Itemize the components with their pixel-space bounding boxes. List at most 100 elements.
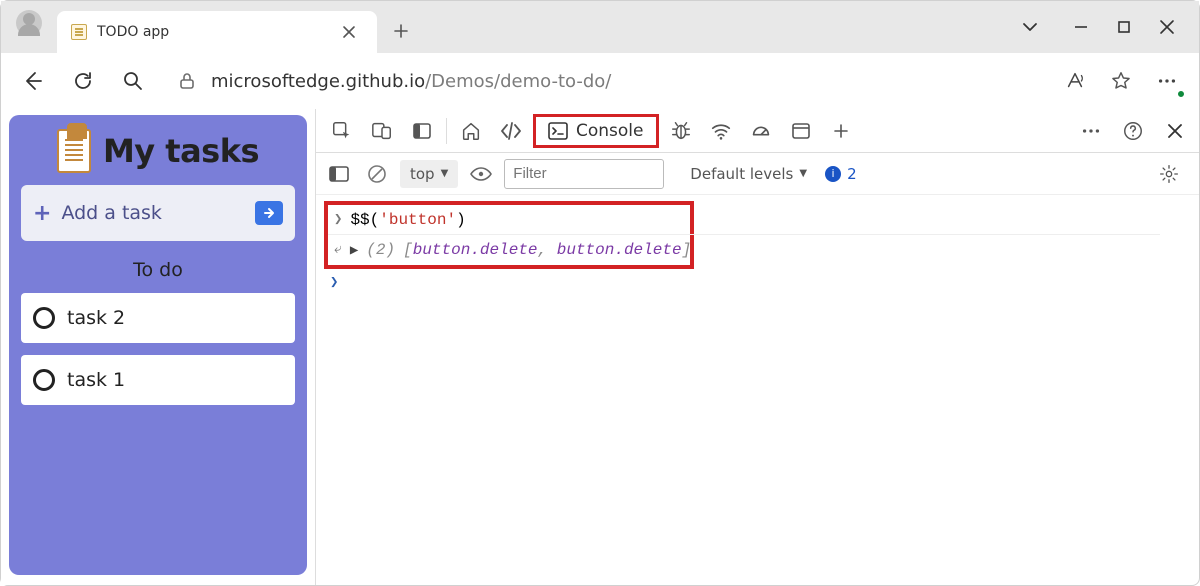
output-count: (2) xyxy=(366,241,395,259)
prompt-chevron-icon: ❯ xyxy=(330,274,338,291)
console-output-array: [button.delete, button.delete] xyxy=(403,241,691,259)
app-header: My tasks xyxy=(21,129,295,173)
todo-app: My tasks + Add a task To do task 2 xyxy=(9,115,307,575)
tab-network[interactable] xyxy=(703,113,739,149)
console-filter-bar: top ▼ Default levels ▼ i 2 xyxy=(316,153,1199,195)
inspect-icon xyxy=(331,120,353,142)
devtools-help-button[interactable] xyxy=(1115,113,1151,149)
bug-icon xyxy=(670,120,692,142)
site-info-button[interactable] xyxy=(177,71,197,91)
task-list: task 2 task 1 xyxy=(21,293,295,405)
more-horizontal-icon xyxy=(1156,70,1178,92)
task-label: task 1 xyxy=(67,369,125,391)
devtools-more-button[interactable] xyxy=(1073,113,1109,149)
console-filter-input[interactable] xyxy=(504,159,664,189)
activity-bar-button[interactable] xyxy=(404,113,440,149)
task-item[interactable]: task 2 xyxy=(21,293,295,343)
plus-icon xyxy=(393,23,409,39)
issues-dot-icon: i xyxy=(825,166,841,182)
clipboard-icon xyxy=(57,129,91,173)
log-levels-label: Default levels xyxy=(690,165,793,183)
chevron-down-icon: ▼ xyxy=(441,168,449,179)
task-item[interactable]: task 1 xyxy=(21,355,295,405)
tab-application[interactable] xyxy=(783,113,819,149)
new-tab-button[interactable] xyxy=(383,13,419,49)
tab-performance[interactable] xyxy=(743,113,779,149)
log-levels-selector[interactable]: Default levels ▼ xyxy=(690,165,807,183)
console-input-code: $$('button') xyxy=(350,211,465,229)
search-button[interactable] xyxy=(117,65,149,97)
browser-toolbar: microsoftedge.github.io/Demos/demo-to-do… xyxy=(1,53,1199,109)
tab-sources[interactable] xyxy=(663,113,699,149)
add-tab-button[interactable] xyxy=(823,113,859,149)
browser-tab[interactable]: TODO app xyxy=(57,11,377,53)
minimize-button[interactable] xyxy=(1073,19,1089,35)
devtools-panel: Console xyxy=(315,109,1199,585)
tab-console[interactable]: Console xyxy=(533,114,659,148)
submit-task-button[interactable] xyxy=(255,201,283,225)
window-close-button[interactable] xyxy=(1159,19,1175,35)
favorite-button[interactable] xyxy=(1105,65,1137,97)
refresh-button[interactable] xyxy=(67,65,99,97)
app-title: My tasks xyxy=(103,132,259,170)
back-button[interactable] xyxy=(17,65,49,97)
tab-console-label: Console xyxy=(576,121,644,141)
device-emulation-button[interactable] xyxy=(364,113,400,149)
console-sidebar-toggle[interactable] xyxy=(324,156,354,192)
console-clear-button[interactable] xyxy=(362,156,392,192)
tab-title: TODO app xyxy=(97,24,325,40)
tab-favicon-icon xyxy=(71,24,87,40)
plus-icon: + xyxy=(33,201,51,226)
minimize-icon xyxy=(1073,19,1089,35)
console-settings-button[interactable] xyxy=(1151,156,1187,192)
console-context-selector[interactable]: top ▼ xyxy=(400,160,458,188)
issues-badge[interactable]: i 2 xyxy=(825,165,857,183)
issues-count: 2 xyxy=(847,165,857,183)
tab-welcome[interactable] xyxy=(453,113,489,149)
performance-icon xyxy=(750,120,772,142)
close-icon xyxy=(1159,19,1175,35)
read-aloud-button[interactable] xyxy=(1059,65,1091,97)
url-host: microsoftedge.github.io xyxy=(211,71,425,92)
help-icon xyxy=(1122,120,1144,142)
expand-arrow-icon[interactable]: ▶ xyxy=(350,242,358,259)
tab-actions-button[interactable] xyxy=(1021,18,1039,36)
devtools-tabs: Console xyxy=(316,109,1199,153)
inspect-element-button[interactable] xyxy=(324,113,360,149)
avatar-icon xyxy=(16,10,42,36)
more-horizontal-icon xyxy=(1080,120,1102,142)
input-chevron-icon: ❯ xyxy=(334,211,342,228)
address-bar[interactable]: microsoftedge.github.io/Demos/demo-to-do… xyxy=(167,61,1041,101)
sidebar-icon xyxy=(329,165,349,183)
task-checkbox[interactable] xyxy=(33,369,55,391)
console-context-label: top xyxy=(410,165,435,183)
maximize-button[interactable] xyxy=(1117,20,1131,34)
url-text: microsoftedge.github.io/Demos/demo-to-do… xyxy=(211,71,611,92)
devices-icon xyxy=(371,120,393,142)
refresh-icon xyxy=(72,70,94,92)
profile-button[interactable] xyxy=(1,1,57,53)
console-body: ❯ $$('button') ⤶ ▶ (2) [button.delete, b… xyxy=(316,195,1199,585)
console-highlight-box: ❯ $$('button') ⤶ ▶ (2) [button.delete, b… xyxy=(324,201,694,269)
output-chevron-icon: ⤶ xyxy=(334,242,342,258)
console-output-line[interactable]: ⤶ ▶ (2) [button.delete, button.delete] xyxy=(328,235,1160,265)
wifi-icon xyxy=(710,120,732,142)
home-icon xyxy=(460,120,482,142)
maximize-icon xyxy=(1117,20,1131,34)
task-checkbox[interactable] xyxy=(33,307,55,329)
back-arrow-icon xyxy=(21,69,45,93)
chevron-down-icon: ▼ xyxy=(799,168,807,179)
more-menu-button[interactable] xyxy=(1151,65,1183,97)
clear-icon xyxy=(367,164,387,184)
notification-dot-icon xyxy=(1176,89,1186,99)
live-expression-button[interactable] xyxy=(466,156,496,192)
tab-elements[interactable] xyxy=(493,113,529,149)
sidebar-icon xyxy=(412,121,432,141)
url-path: /Demos/demo-to-do/ xyxy=(425,71,611,92)
devtools-close-button[interactable] xyxy=(1157,113,1193,149)
console-prompt[interactable]: ❯ xyxy=(324,269,1191,295)
tab-close-button[interactable] xyxy=(335,18,363,46)
code-icon xyxy=(499,120,523,142)
add-task-form[interactable]: + Add a task xyxy=(21,185,295,241)
window-controls xyxy=(1021,1,1199,53)
